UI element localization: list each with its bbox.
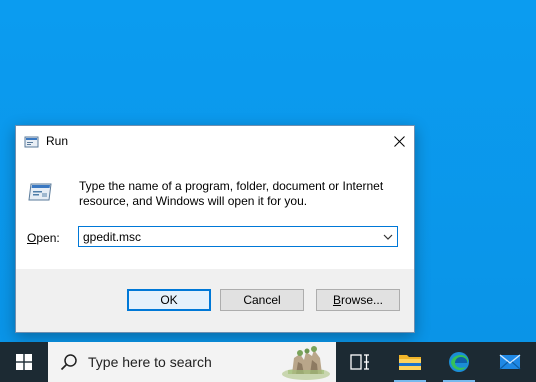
- file-explorer-icon: [399, 355, 421, 370]
- edge-button[interactable]: [435, 342, 483, 382]
- close-button[interactable]: [384, 126, 414, 156]
- run-dialog: Run Type the name of a program, folder, …: [15, 125, 415, 333]
- run-icon: [24, 136, 39, 148]
- open-combobox[interactable]: [78, 226, 398, 247]
- chevron-down-icon[interactable]: [382, 231, 394, 243]
- start-button[interactable]: [0, 342, 48, 382]
- mail-button[interactable]: [486, 342, 534, 382]
- taskbar: Type here to search: [0, 342, 536, 382]
- title-bar[interactable]: Run: [16, 126, 414, 158]
- edge-icon: [449, 352, 469, 372]
- file-explorer-button[interactable]: [386, 342, 434, 382]
- cancel-button[interactable]: Cancel: [220, 289, 304, 311]
- open-label: Open:: [27, 231, 60, 245]
- search-highlight-illustration-icon: [282, 346, 330, 380]
- open-input[interactable]: [83, 229, 373, 244]
- windows-start-icon: [16, 354, 32, 370]
- browse-button[interactable]: Browse...: [316, 289, 400, 311]
- taskbar-search-box[interactable]: Type here to search: [48, 342, 336, 382]
- search-placeholder: Type here to search: [88, 354, 212, 370]
- dialog-title: Run: [46, 134, 69, 148]
- mail-icon: [499, 354, 521, 370]
- run-program-icon: [28, 183, 52, 201]
- close-icon: [393, 135, 405, 147]
- ok-button[interactable]: OK: [127, 289, 211, 311]
- button-area: OK Cancel Browse...: [16, 269, 414, 332]
- search-icon: [60, 354, 77, 371]
- task-view-icon: [350, 354, 369, 370]
- task-view-button[interactable]: [336, 342, 384, 382]
- dialog-description: Type the name of a program, folder, docu…: [79, 179, 384, 208]
